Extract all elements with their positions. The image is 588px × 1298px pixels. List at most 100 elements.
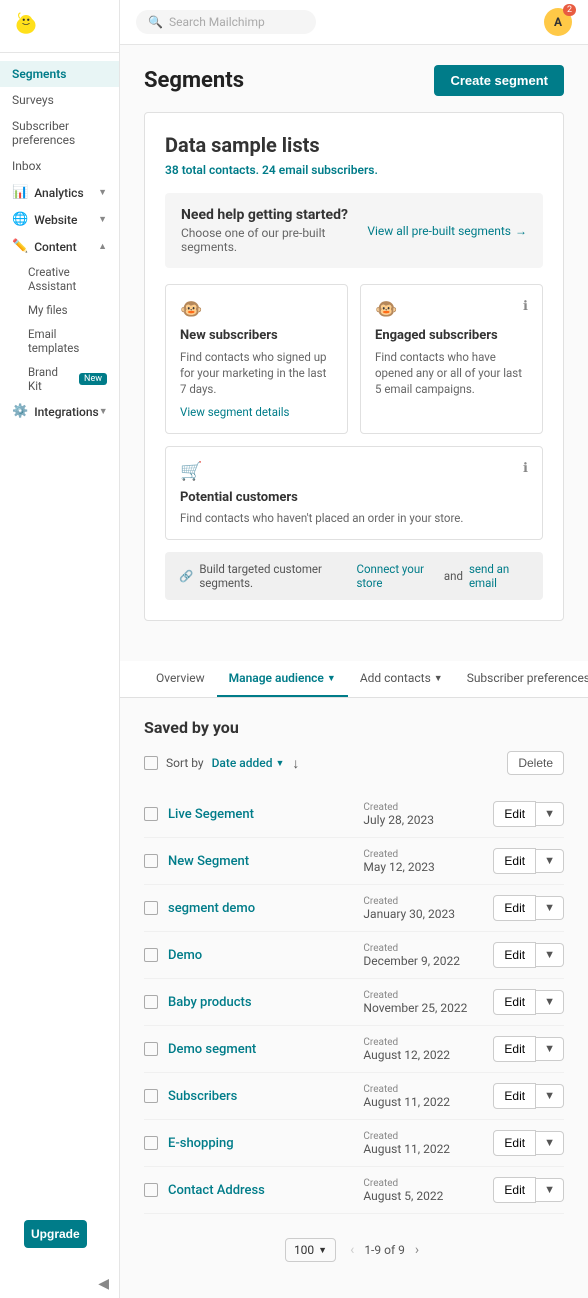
create-segment-button[interactable]: Create segment xyxy=(434,65,564,96)
add-contacts-chevron-icon: ▼ xyxy=(434,673,443,684)
segment-date-label-0: Created xyxy=(363,802,483,813)
segment-dropdown-button-2[interactable]: ▼ xyxy=(536,896,564,920)
segment-name-4[interactable]: Baby products xyxy=(168,995,353,1010)
segment-date-value-3: December 9, 2022 xyxy=(363,954,483,968)
segment-actions-5: Edit ▼ xyxy=(493,1036,564,1062)
sidebar: Segments Surveys Subscriber preferences … xyxy=(0,0,120,1298)
segment-row: New Segment Created May 12, 2023 Edit ▼ xyxy=(144,838,564,885)
potential-card-header: 🛒 ℹ xyxy=(180,461,528,490)
segment-row: Demo Created December 9, 2022 Edit ▼ xyxy=(144,932,564,979)
website-chevron: ▼ xyxy=(98,214,107,225)
sidebar-section-integrations[interactable]: ⚙️ Integrations ▼ xyxy=(0,398,119,425)
segment-date-block-7: Created August 11, 2022 xyxy=(363,1131,483,1156)
segment-dropdown-button-8[interactable]: ▼ xyxy=(536,1178,564,1202)
segment-date-label-7: Created xyxy=(363,1131,483,1142)
per-page-select[interactable]: 100 ▼ xyxy=(285,1238,336,1262)
segment-edit-button-7[interactable]: Edit xyxy=(493,1130,536,1156)
segment-dropdown-button-0[interactable]: ▼ xyxy=(536,802,564,826)
segment-date-value-0: July 28, 2023 xyxy=(363,813,483,827)
integrations-label: Integrations xyxy=(34,405,99,419)
segment-checkbox-6[interactable] xyxy=(144,1089,158,1103)
search-placeholder-text: Search Mailchimp xyxy=(169,15,265,29)
segment-checkbox-4[interactable] xyxy=(144,995,158,1009)
sort-by-label: Sort by xyxy=(166,756,204,770)
select-all-checkbox[interactable] xyxy=(144,756,158,770)
segment-row: Demo segment Created August 12, 2022 Edi… xyxy=(144,1026,564,1073)
pagination: 100 ▼ ‹ 1-9 of 9 › xyxy=(144,1222,564,1278)
segment-dropdown-button-5[interactable]: ▼ xyxy=(536,1037,564,1061)
content-icon: ✏️ xyxy=(12,239,28,254)
sidebar-item-segments[interactable]: Segments xyxy=(0,61,119,87)
segment-edit-button-1[interactable]: Edit xyxy=(493,848,536,874)
view-prebuilt-link[interactable]: View all pre-built segments → xyxy=(367,224,527,238)
segment-dropdown-button-6[interactable]: ▼ xyxy=(536,1084,564,1108)
sidebar-item-brand-kit[interactable]: Brand Kit New xyxy=(20,360,119,398)
sort-direction-button[interactable]: ↓ xyxy=(292,755,299,772)
sidebar-item-creative-assistant[interactable]: Creative Assistant xyxy=(20,260,119,298)
segment-edit-button-8[interactable]: Edit xyxy=(493,1177,536,1203)
sort-by-select[interactable]: Date added ▼ xyxy=(212,756,285,770)
segment-dropdown-button-7[interactable]: ▼ xyxy=(536,1131,564,1155)
segment-name-0[interactable]: Live Segement xyxy=(168,807,353,822)
integrations-icon: ⚙️ xyxy=(12,404,28,419)
segment-dropdown-button-4[interactable]: ▼ xyxy=(536,990,564,1014)
tab-add-contacts[interactable]: Add contacts ▼ xyxy=(348,661,455,697)
segment-edit-button-2[interactable]: Edit xyxy=(493,895,536,921)
segment-name-5[interactable]: Demo segment xyxy=(168,1042,353,1057)
segment-name-7[interactable]: E-shopping xyxy=(168,1136,353,1151)
sidebar-item-email-templates[interactable]: Email templates xyxy=(20,322,119,360)
website-icon: 🌐 xyxy=(12,212,28,227)
next-page-button[interactable]: › xyxy=(411,1240,423,1260)
upgrade-button[interactable]: Upgrade xyxy=(24,1220,87,1248)
sidebar-section-content[interactable]: ✏️ Content ▲ xyxy=(0,233,119,260)
segment-date-block-3: Created December 9, 2022 xyxy=(363,943,483,968)
segment-checkbox-1[interactable] xyxy=(144,854,158,868)
segment-edit-button-6[interactable]: Edit xyxy=(493,1083,536,1109)
segment-actions-1: Edit ▼ xyxy=(493,848,564,874)
collapse-sidebar-button[interactable]: ◀ xyxy=(0,1270,119,1298)
connect-store-link[interactable]: Connect your store xyxy=(356,562,437,590)
tab-overview[interactable]: Overview xyxy=(144,661,217,697)
sidebar-item-inbox[interactable]: Inbox xyxy=(0,153,119,179)
segments-list: Live Segement Created July 28, 2023 Edit… xyxy=(144,791,564,1214)
send-email-link[interactable]: send an email xyxy=(469,562,529,590)
segment-date-block-1: Created May 12, 2023 xyxy=(363,849,483,874)
segment-edit-button-0[interactable]: Edit xyxy=(493,801,536,827)
sidebar-item-surveys[interactable]: Surveys xyxy=(0,87,119,113)
segment-checkbox-2[interactable] xyxy=(144,901,158,915)
tab-subscriber-preferences[interactable]: Subscriber preferences xyxy=(455,661,588,697)
segment-edit-button-5[interactable]: Edit xyxy=(493,1036,536,1062)
sidebar-section-analytics[interactable]: 📊 Analytics ▼ xyxy=(0,179,119,206)
app-logo[interactable] xyxy=(0,0,119,53)
segments-label: Segments xyxy=(12,67,66,81)
search-bar[interactable]: 🔍 Search Mailchimp xyxy=(136,10,316,34)
segment-date-label-6: Created xyxy=(363,1084,483,1095)
segment-name-1[interactable]: New Segment xyxy=(168,854,353,869)
view-segment-details-link[interactable]: View segment details xyxy=(180,405,333,419)
segment-checkbox-7[interactable] xyxy=(144,1136,158,1150)
sidebar-item-subscriber-prefs[interactable]: Subscriber preferences xyxy=(0,113,119,153)
segment-edit-button-4[interactable]: Edit xyxy=(493,989,536,1015)
segment-name-8[interactable]: Contact Address xyxy=(168,1183,353,1198)
engaged-info-icon[interactable]: ℹ xyxy=(523,299,528,314)
segment-checkbox-0[interactable] xyxy=(144,807,158,821)
segment-edit-button-3[interactable]: Edit xyxy=(493,942,536,968)
tab-manage-audience[interactable]: Manage audience ▼ xyxy=(217,661,348,697)
delete-button[interactable]: Delete xyxy=(507,751,564,775)
segment-name-6[interactable]: Subscribers xyxy=(168,1089,353,1104)
segment-name-3[interactable]: Demo xyxy=(168,948,353,963)
segment-checkbox-8[interactable] xyxy=(144,1183,158,1197)
segment-date-value-4: November 25, 2022 xyxy=(363,1001,483,1015)
segment-dropdown-button-1[interactable]: ▼ xyxy=(536,849,564,873)
brand-kit-badge: New xyxy=(79,373,107,385)
potential-info-icon[interactable]: ℹ xyxy=(523,461,528,476)
segment-checkbox-3[interactable] xyxy=(144,948,158,962)
segment-row: Baby products Created November 25, 2022 … xyxy=(144,979,564,1026)
sidebar-item-my-files[interactable]: My files xyxy=(20,298,119,322)
help-section: Need help getting started? Choose one of… xyxy=(165,193,543,268)
segment-dropdown-button-3[interactable]: ▼ xyxy=(536,943,564,967)
segment-name-2[interactable]: segment demo xyxy=(168,901,353,916)
segment-checkbox-5[interactable] xyxy=(144,1042,158,1056)
sidebar-section-website[interactable]: 🌐 Website ▼ xyxy=(0,206,119,233)
prev-page-button[interactable]: ‹ xyxy=(346,1240,358,1260)
